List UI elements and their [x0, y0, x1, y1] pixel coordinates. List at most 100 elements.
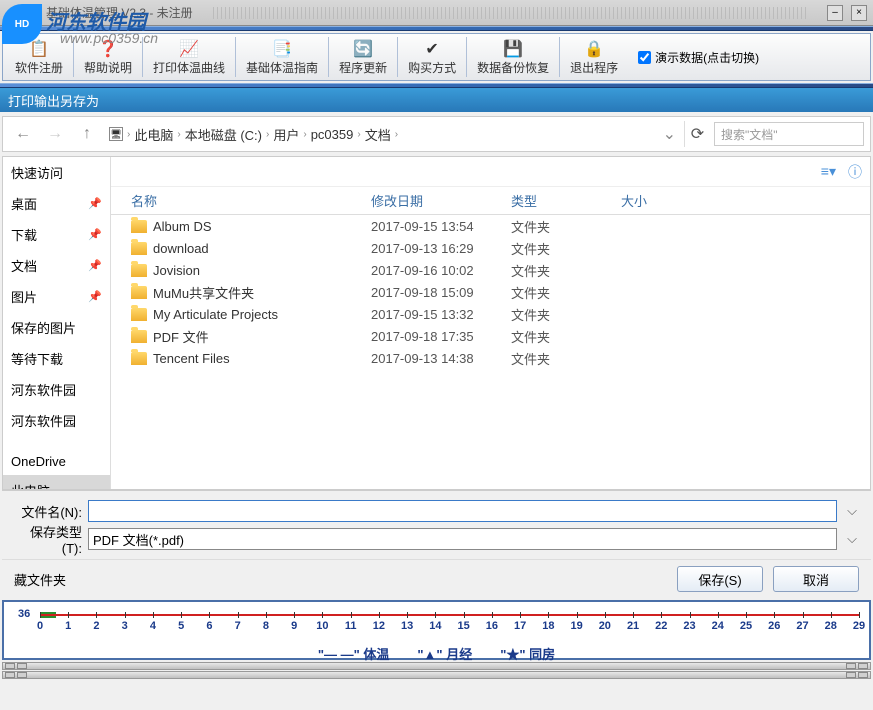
sidebar-item-河东软件园[interactable]: 河东软件园: [3, 405, 110, 436]
breadcrumb[interactable]: 🖥 › 此电脑›本地磁盘 (C:)›用户›pc0359›文档›: [105, 125, 655, 144]
x-tick-label: 5: [178, 620, 184, 632]
breadcrumb-dropdown[interactable]: ⌄: [659, 124, 680, 144]
x-tick-label: 12: [373, 620, 385, 632]
toolbar-帮助说明[interactable]: ❓帮助说明: [76, 37, 140, 78]
filetype-select[interactable]: PDF 文档(*.pdf): [88, 528, 837, 550]
demo-data-checkbox[interactable]: 演示数据(点击切换): [638, 49, 759, 66]
breadcrumb-segment[interactable]: 文档: [365, 125, 391, 144]
folder-icon: [131, 308, 147, 321]
pin-icon: 📌: [88, 290, 102, 303]
pin-icon: 📌: [88, 259, 102, 272]
x-tick-label: 14: [429, 620, 441, 632]
cancel-button[interactable]: 取消: [773, 566, 859, 592]
folder-icon: [131, 264, 147, 277]
folder-icon: [131, 352, 147, 365]
filetype-dropdown[interactable]: ⌵: [843, 531, 861, 547]
status-bars: [2, 662, 871, 679]
toolbar-退出程序[interactable]: 🔒退出程序: [562, 37, 626, 78]
sidebar-item-OneDrive[interactable]: OneDrive: [3, 448, 110, 475]
nav-up-button[interactable]: ↑: [73, 121, 101, 147]
toolbar-icon: 📑: [270, 39, 294, 59]
column-headers: 名称 修改日期 类型 大小: [111, 187, 870, 215]
view-icon[interactable]: ≡▾: [821, 163, 836, 180]
x-tick-label: 13: [401, 620, 413, 632]
x-tick-label: 21: [627, 620, 639, 632]
sidebar-item-保存的图片[interactable]: 保存的图片: [3, 312, 110, 343]
file-row[interactable]: Jovision2017-09-16 10:02文件夹: [111, 259, 870, 281]
breadcrumb-segment[interactable]: 用户: [273, 125, 299, 144]
nav-back-button[interactable]: ←: [9, 121, 37, 147]
window-title: 基础体温管理 V2.3 - 未注册: [46, 4, 193, 21]
legend-item: "★" 同房: [500, 647, 555, 662]
toolbar-数据备份恢复[interactable]: 💾数据备份恢复: [469, 37, 557, 78]
toolbar-icon: ✔: [420, 39, 444, 59]
filename-dropdown[interactable]: ⌵: [843, 503, 861, 519]
breadcrumb-segment[interactable]: pc0359: [311, 127, 354, 142]
legend-item: "▲" 月经: [417, 647, 472, 662]
temperature-chart: 36 0123456789101112131415161718192021222…: [2, 600, 871, 660]
x-tick-label: 7: [235, 620, 241, 632]
decorative-strip: [0, 26, 873, 31]
file-row[interactable]: Tencent Files2017-09-13 14:38文件夹: [111, 347, 870, 369]
title-decoration: [213, 7, 807, 19]
toolbar-icon: 🔄: [351, 39, 375, 59]
x-tick-label: 29: [853, 620, 865, 632]
sidebar: 快速访问桌面📌下载📌文档📌图片📌保存的图片等待下载河东软件园河东软件园OneDr…: [3, 157, 111, 489]
sidebar-item-河东软件园[interactable]: 河东软件园: [3, 374, 110, 405]
folder-icon: [131, 242, 147, 255]
sidebar-item-快速访问[interactable]: 快速访问: [3, 157, 110, 188]
toolbar-icon: 📈: [177, 39, 201, 59]
toolbar-icon: 📋: [27, 39, 51, 59]
toolbar-软件注册[interactable]: 📋软件注册: [7, 37, 71, 78]
x-tick-label: 2: [93, 620, 99, 632]
x-tick-label: 15: [457, 620, 469, 632]
file-row[interactable]: download2017-09-13 16:29文件夹: [111, 237, 870, 259]
x-tick-label: 1: [65, 620, 71, 632]
refresh-button[interactable]: ⟳: [684, 121, 710, 147]
file-row[interactable]: Album DS2017-09-15 13:54文件夹: [111, 215, 870, 237]
minimize-button[interactable]: –: [827, 5, 843, 21]
title-bar: 基础体温管理 V2.3 - 未注册 – ×: [0, 0, 873, 26]
pin-icon: 📌: [88, 197, 102, 210]
pc-icon: 🖥: [109, 127, 123, 141]
help-icon[interactable]: ⓘ: [848, 162, 862, 182]
col-name[interactable]: 名称: [111, 187, 371, 214]
breadcrumb-segment[interactable]: 本地磁盘 (C:): [185, 125, 262, 144]
sidebar-item-下载[interactable]: 下载📌: [3, 219, 110, 250]
x-tick-label: 3: [122, 620, 128, 632]
x-tick-label: 9: [291, 620, 297, 632]
x-tick-label: 27: [796, 620, 808, 632]
sidebar-item-此电脑[interactable]: 此电脑: [3, 475, 110, 489]
toolbar-基础体温指南[interactable]: 📑基础体温指南: [238, 37, 326, 78]
breadcrumb-segment[interactable]: 此电脑: [134, 125, 173, 144]
filename-label: 文件名(N):: [12, 502, 82, 521]
col-date[interactable]: 修改日期: [371, 187, 511, 214]
toolbar-购买方式[interactable]: ✔购买方式: [400, 37, 464, 78]
search-input[interactable]: 搜索"文档": [714, 122, 864, 146]
col-type[interactable]: 类型: [511, 187, 621, 214]
x-tick-label: 8: [263, 620, 269, 632]
toolbar-打印体温曲线[interactable]: 📈打印体温曲线: [145, 37, 233, 78]
sidebar-item-桌面[interactable]: 桌面📌: [3, 188, 110, 219]
save-button[interactable]: 保存(S): [677, 566, 763, 592]
sidebar-item-图片[interactable]: 图片📌: [3, 281, 110, 312]
nav-forward-button[interactable]: →: [41, 121, 69, 147]
file-row[interactable]: PDF 文件2017-09-18 17:35文件夹: [111, 325, 870, 347]
x-tick-label: 10: [316, 620, 328, 632]
toolbar-程序更新[interactable]: 🔄程序更新: [331, 37, 395, 78]
x-tick-label: 4: [150, 620, 156, 632]
x-tick-label: 25: [740, 620, 752, 632]
x-tick-label: 19: [570, 620, 582, 632]
pin-icon: 📌: [88, 228, 102, 241]
file-row[interactable]: My Articulate Projects2017-09-15 13:32文件…: [111, 303, 870, 325]
close-button[interactable]: ×: [851, 5, 867, 21]
folder-icon: [131, 286, 147, 299]
hide-folders-link[interactable]: 藏文件夹: [14, 570, 66, 589]
col-size[interactable]: 大小: [621, 187, 701, 214]
file-row[interactable]: MuMu共享文件夹2017-09-18 15:09文件夹: [111, 281, 870, 303]
filetype-label: 保存类型(T):: [12, 522, 82, 556]
sidebar-item-文档[interactable]: 文档📌: [3, 250, 110, 281]
sidebar-item-等待下载[interactable]: 等待下载: [3, 343, 110, 374]
x-tick-label: 11: [345, 620, 357, 632]
filename-input[interactable]: [88, 500, 837, 522]
